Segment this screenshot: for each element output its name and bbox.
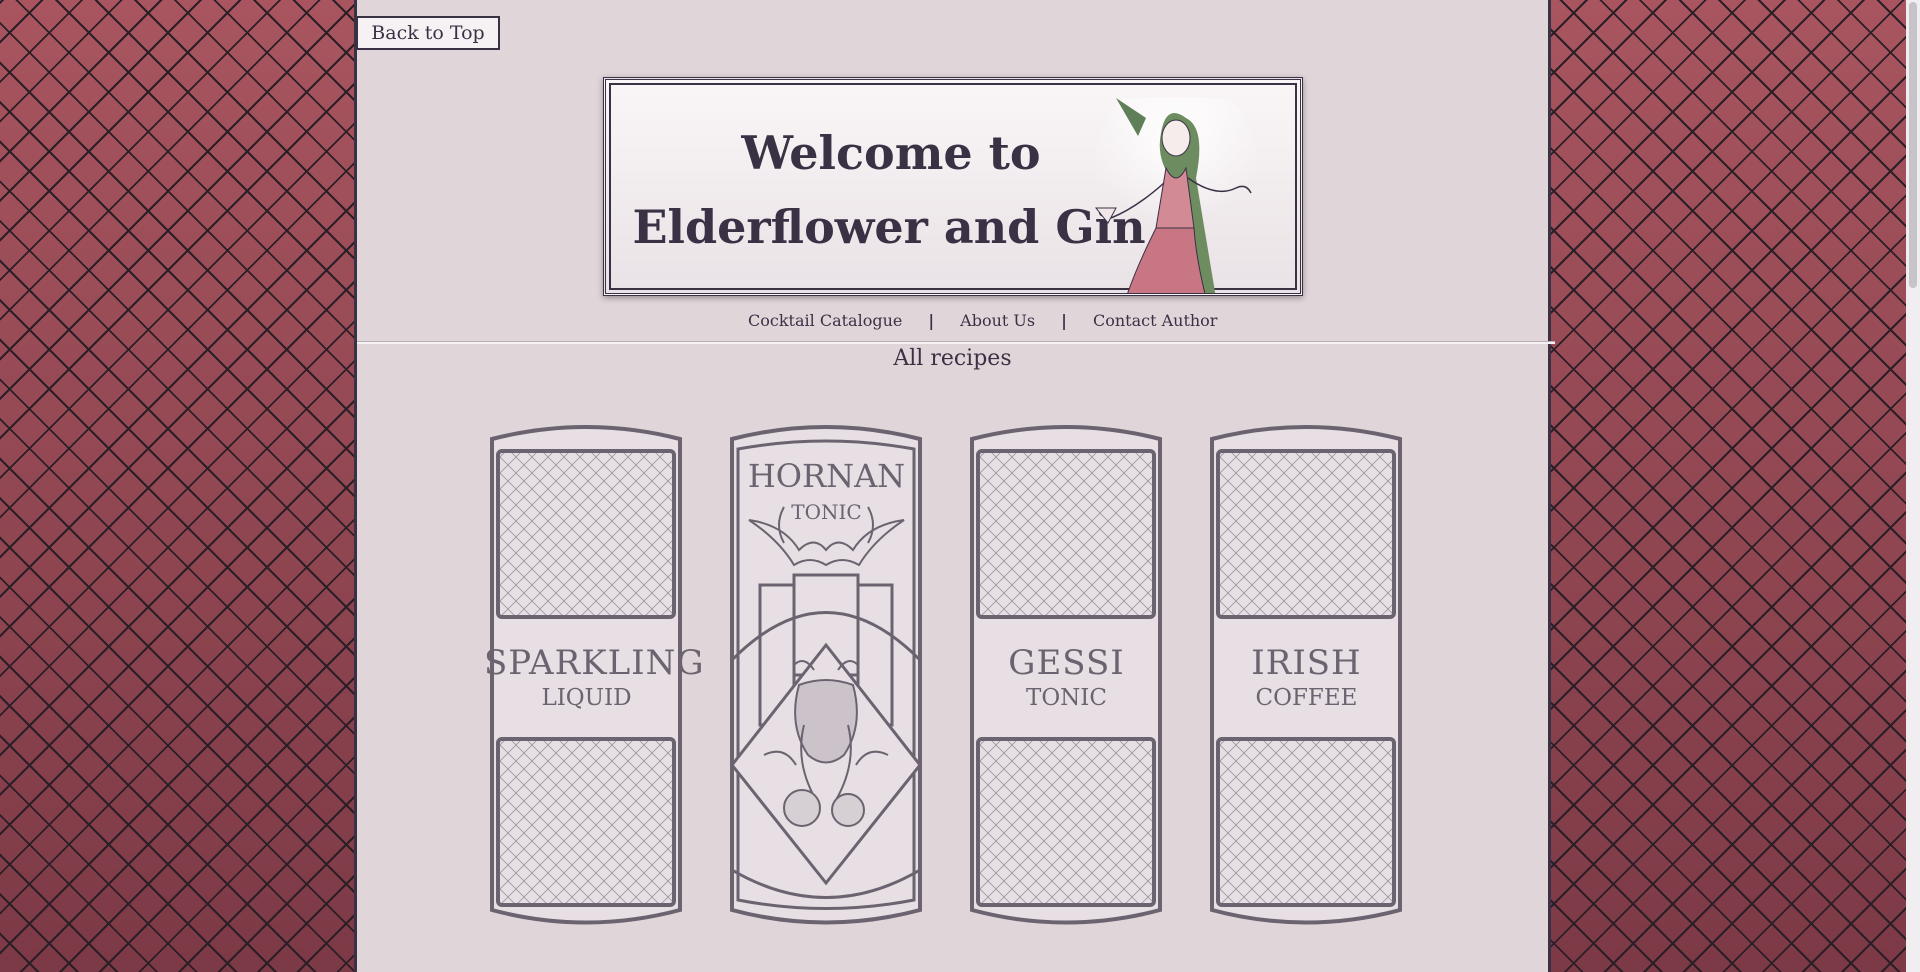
card-title: IRISH (1251, 643, 1362, 683)
nav-separator: | (928, 310, 935, 330)
nav-contact-author[interactable]: Contact Author (1093, 311, 1218, 330)
header-banner: Welcome to Elderflower and Gin (603, 77, 1303, 296)
card-subtitle: TONIC (791, 500, 862, 524)
scrollbar-thumb[interactable] (1909, 2, 1917, 288)
card-title: SPARKLING (484, 643, 705, 683)
nav-about-us[interactable]: About Us (960, 311, 1035, 330)
card-title: GESSI (1008, 643, 1125, 683)
nav-separator: | (1061, 310, 1067, 330)
nav-cocktail-catalogue[interactable]: Cocktail Catalogue (748, 311, 902, 330)
back-to-top-button[interactable]: Back to Top (356, 16, 500, 50)
card-subtitle: LIQUID (541, 685, 632, 711)
main-nav: Cocktail Catalogue | About Us | Contact … (748, 308, 1217, 332)
scrollbar-track[interactable] (1906, 0, 1920, 972)
recipe-card-hornan-tonic[interactable]: HORNAN TONIC (724, 425, 929, 927)
card-subtitle: COFFEE (1255, 685, 1358, 711)
recipe-card-gessi-tonic[interactable]: GESSI TONIC (964, 425, 1169, 927)
section-title: All recipes (893, 346, 1012, 371)
card-subtitle: TONIC (1025, 685, 1107, 711)
recipe-card-sparkling-liquid[interactable]: SPARKLING LIQUID (484, 425, 705, 927)
card-title: HORNAN (747, 457, 906, 495)
recipe-card-irish-coffee[interactable]: IRISH COFFEE (1204, 425, 1409, 927)
section-divider (357, 341, 1555, 344)
fairy-illustration-icon (1094, 98, 1256, 293)
